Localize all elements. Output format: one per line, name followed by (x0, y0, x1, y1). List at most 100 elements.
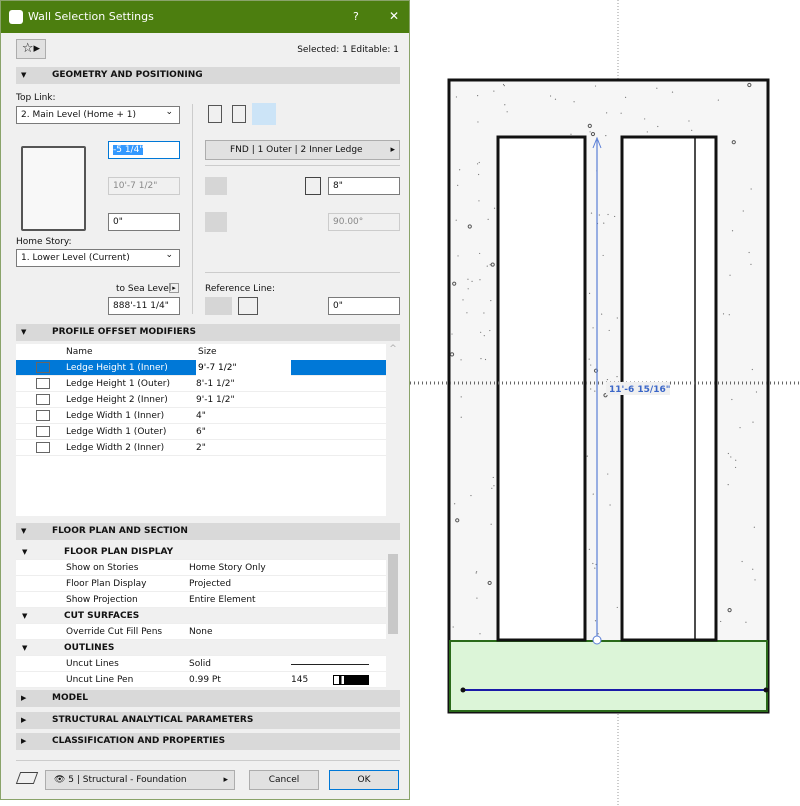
reference-line-start[interactable] (460, 687, 466, 693)
setting-name: Show Projection (66, 595, 138, 605)
hatch-mark (466, 312, 468, 314)
hatch-mark (480, 357, 482, 360)
setting-row[interactable]: Show Projection Entire Element (16, 592, 386, 608)
modifier-size[interactable]: 9'-7 1/2" (196, 360, 291, 376)
flip-reference-line-icon[interactable] (238, 297, 258, 315)
hatch-mark (502, 83, 505, 86)
hatch-mark (731, 230, 734, 232)
setting-name: Floor Plan Display (66, 579, 147, 589)
profile-select[interactable]: FND | 1 Outer | 2 Inner Ledge ▸ (205, 140, 400, 160)
table-row[interactable]: Ledge Width 2 (Inner) 2" (16, 440, 386, 456)
top-link-label: Top Link: (16, 93, 56, 103)
dimension-handle[interactable] (592, 635, 602, 645)
top-link-value: 2. Main Level (Home + 1) (21, 110, 137, 120)
reference-line-location-icon[interactable] (205, 297, 232, 315)
table-scrollbar[interactable]: ^ (386, 344, 400, 516)
wall-structure-composite-icon[interactable] (232, 105, 246, 123)
floor-plan-scrollbar[interactable] (386, 544, 400, 688)
cancel-label: Cancel (268, 775, 300, 785)
hatch-mark (592, 562, 594, 565)
hatch-mark (452, 626, 454, 628)
hatch-mark (475, 571, 478, 573)
hatch-mark (730, 456, 732, 458)
table-row[interactable]: Ledge Width 1 (Outer) 6" (16, 424, 386, 440)
setting-row[interactable]: Show on Stories Home Story Only (16, 560, 386, 576)
hatch-mark (594, 567, 596, 569)
cancel-button[interactable]: Cancel (249, 770, 319, 790)
thickness-input[interactable]: 8" (328, 177, 400, 195)
hatch-mark (457, 184, 459, 186)
table-row[interactable]: Ledge Height 2 (Inner) 9'-1 1/2" (16, 392, 386, 408)
setting-row[interactable]: Override Cut Fill Pens None (16, 624, 386, 640)
column-header-name: Name (66, 347, 93, 357)
hatch-mark (742, 210, 744, 212)
group-title: CUT SURFACES (64, 611, 140, 621)
group-header[interactable]: ▼ CUT SURFACES (16, 608, 386, 624)
section-geometry[interactable]: ▼ GEOMETRY AND POSITIONING (16, 67, 400, 84)
foundation-fill[interactable] (449, 640, 768, 712)
modifier-name: Ledge Width 2 (Inner) (66, 443, 165, 453)
group-header[interactable]: ▼ OUTLINES (16, 640, 386, 656)
section-structural-analytical[interactable]: ▶ STRUCTURAL ANALYTICAL PARAMETERS (16, 712, 400, 729)
help-button[interactable]: ? (353, 10, 359, 23)
reference-line-end[interactable] (763, 687, 769, 693)
hatch-mark (609, 504, 611, 506)
hatch-mark (459, 169, 461, 171)
hatch-mark (478, 200, 480, 202)
setting-row[interactable]: Floor Plan Display Projected (16, 576, 386, 592)
hatch-mark (451, 333, 453, 335)
setting-row[interactable]: Uncut Lines Solid (16, 656, 386, 672)
sea-level-input[interactable]: 888'-11 1/4" (108, 297, 180, 315)
bottom-offset-input[interactable]: 0" (108, 213, 180, 231)
hatch-mark (467, 278, 469, 280)
table-row[interactable]: Ledge Width 1 (Inner) 4" (16, 408, 386, 424)
group-title: FLOOR PLAN DISPLAY (64, 547, 174, 557)
hatch-mark (605, 135, 607, 137)
hatch-mark (752, 421, 754, 423)
hatch-mark (590, 212, 593, 214)
group-header[interactable]: ▼ FLOOR PLAN DISPLAY (16, 544, 386, 560)
wall-structure-profile-icon[interactable] (252, 103, 276, 125)
sea-level-menu-button[interactable]: ▸ (169, 283, 179, 293)
setting-row[interactable]: Uncut Line Pen 0.99 Pt 145 (16, 672, 386, 688)
home-story-select[interactable]: 1. Lower Level (Current) (16, 247, 180, 267)
close-button[interactable]: ✕ (389, 9, 399, 23)
ok-button[interactable]: OK (329, 770, 399, 790)
modifier-name: Ledge Height 2 (Inner) (66, 395, 168, 405)
reference-offset-input[interactable]: 0" (328, 297, 400, 315)
profile-modifier-icon (36, 442, 50, 453)
hatch-mark (492, 476, 494, 479)
divider (16, 760, 400, 761)
hatch-mark (549, 95, 552, 97)
hatch-mark (471, 280, 473, 282)
hatch-mark (616, 317, 618, 319)
top-link-select[interactable]: 2. Main Level (Home + 1) (16, 104, 180, 124)
profile-modifier-icon (36, 394, 50, 405)
section-profile-offset[interactable]: ▼ PROFILE OFFSET MODIFIERS (16, 324, 400, 341)
wall-geometry-straight-icon[interactable] (205, 177, 227, 195)
hatch-mark (478, 161, 480, 164)
modifier-name: Ledge Width 1 (Outer) (66, 427, 167, 437)
hatch-mark (504, 104, 506, 106)
table-row[interactable]: Ledge Height 1 (Outer) 8'-1 1/2" (16, 376, 386, 392)
wall-slant-straight-icon[interactable] (205, 212, 227, 232)
section-model[interactable]: ▶ MODEL (16, 690, 400, 707)
hatch-mark (616, 375, 618, 378)
modifier-size: 4" (196, 411, 206, 421)
hatch-mark (750, 188, 752, 190)
layer-select[interactable]: 👁 5 | Structural - Foundation ▸ (45, 770, 235, 790)
pen-color-swatch[interactable] (333, 675, 369, 685)
modifier-size: 6" (196, 427, 206, 437)
hatch-mark (475, 572, 477, 574)
floor-plan-canvas[interactable]: 11'-6 15/16" (410, 0, 800, 806)
favorites-button[interactable]: ☆▸ (16, 39, 46, 59)
table-row[interactable]: Ledge Height 1 (Inner) 9'-7 1/2" (16, 360, 386, 376)
top-offset-value: -5 1/4" (113, 145, 144, 155)
section-classification[interactable]: ▶ CLASSIFICATION AND PROPERTIES (16, 733, 400, 750)
setting-value: Solid (189, 659, 211, 669)
top-offset-input[interactable]: -5 1/4" (108, 141, 180, 159)
hatch-mark (487, 218, 489, 221)
wall-structure-basic-icon[interactable] (208, 105, 222, 123)
section-floor-plan[interactable]: ▼ FLOOR PLAN AND SECTION (16, 523, 400, 540)
hatch-mark (671, 91, 674, 93)
